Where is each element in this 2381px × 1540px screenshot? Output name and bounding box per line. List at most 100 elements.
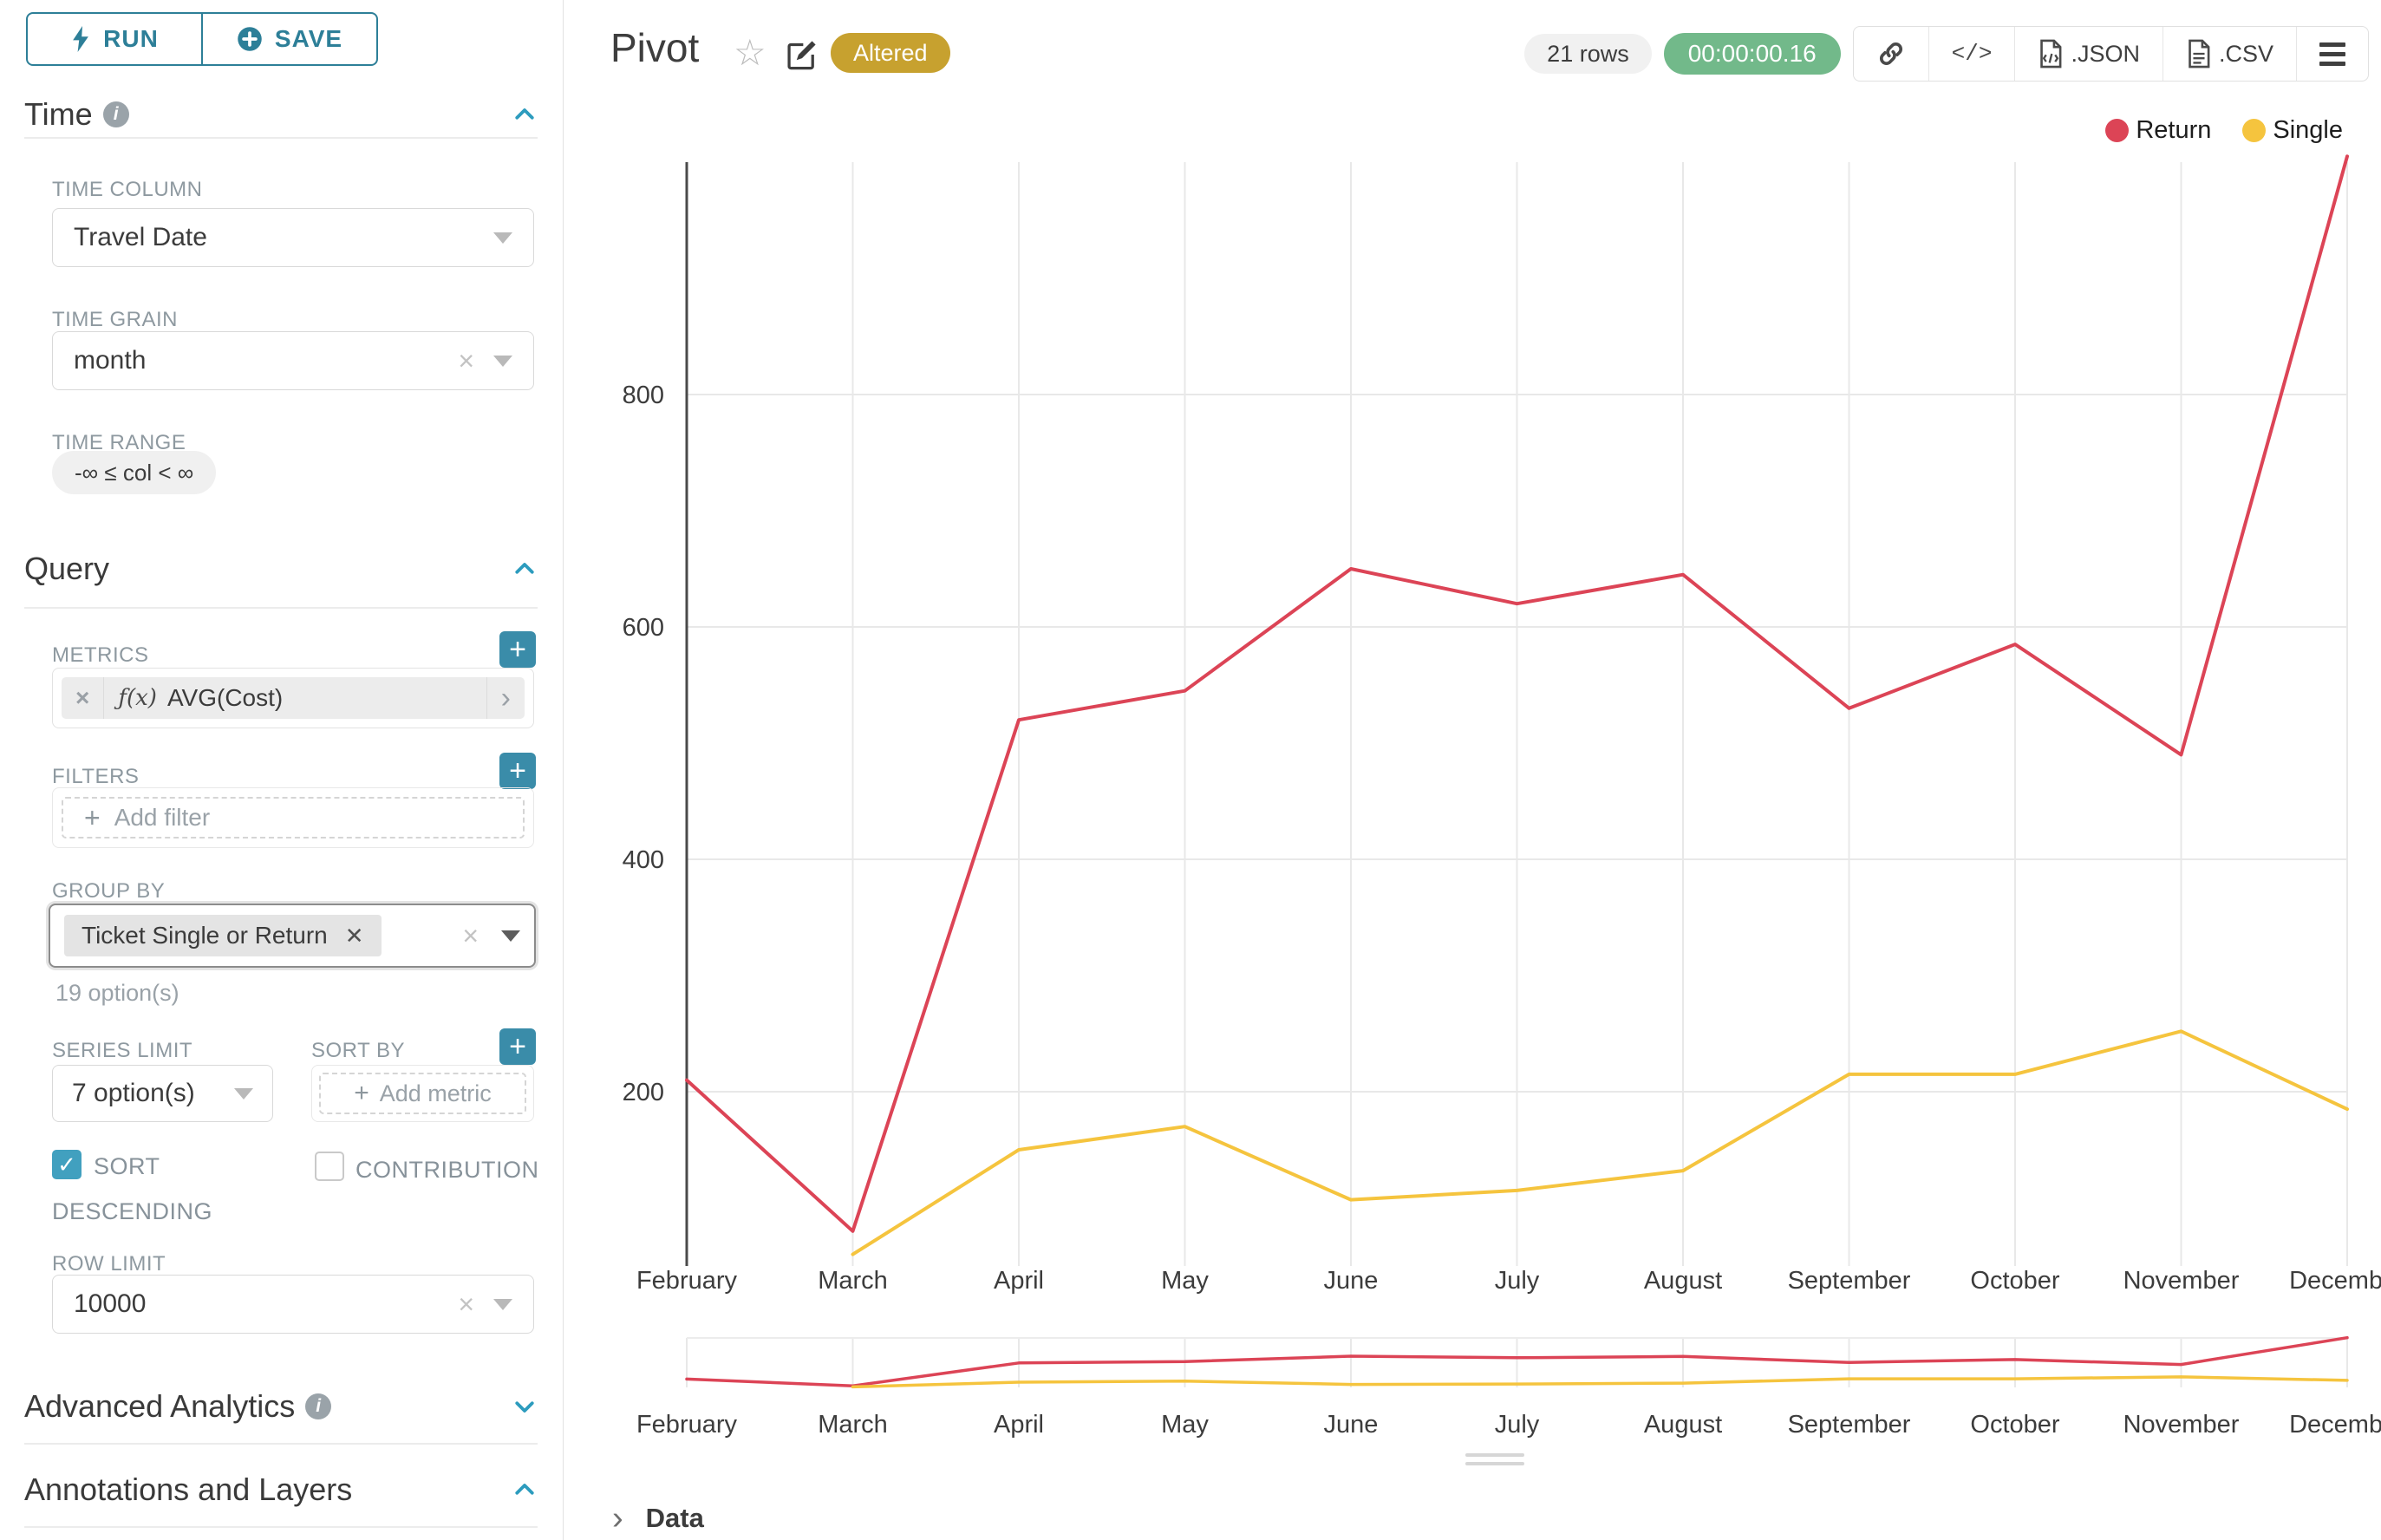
options-hint: 19 option(s) xyxy=(55,980,179,1007)
group-by-select[interactable]: Ticket Single or Return ✕ × xyxy=(49,904,536,968)
time-range-value: -∞ ≤ col < ∞ xyxy=(75,460,193,486)
chart-title: Pivot xyxy=(610,24,699,71)
copy-link-button[interactable] xyxy=(1854,27,1928,81)
query-section-title: Query xyxy=(24,551,109,587)
csv-label: .CSV xyxy=(2219,41,2273,68)
row-limit-select[interactable]: 10000 × xyxy=(52,1275,534,1334)
svg-text:June: June xyxy=(1324,1267,1379,1295)
add-sort-metric-plus-button[interactable]: + xyxy=(499,1028,536,1065)
metric-pill[interactable]: × ƒ(x) AVG(Cost) › xyxy=(62,677,525,719)
chevron-up-icon[interactable] xyxy=(512,1477,538,1503)
sort-by-label: SORT BY xyxy=(311,1039,405,1063)
chevron-down-icon xyxy=(493,1299,512,1310)
fx-icon: ƒ(x) xyxy=(118,685,157,711)
series-limit-select[interactable]: 7 option(s) xyxy=(52,1065,273,1122)
svg-text:July: July xyxy=(1495,1411,1540,1439)
time-grain-select[interactable]: month × xyxy=(52,331,534,390)
svg-text:February: February xyxy=(636,1411,738,1439)
sort-descending-label-1: SORT xyxy=(94,1153,160,1180)
svg-text:April: April xyxy=(994,1267,1044,1295)
time-column-label: TIME COLUMN xyxy=(52,178,203,202)
add-metric-label: Add metric xyxy=(380,1080,492,1107)
query-section-header: Query xyxy=(24,546,538,591)
run-label: RUN xyxy=(103,25,159,53)
file-json-icon xyxy=(2038,39,2064,69)
svg-text:October: October xyxy=(1970,1411,2059,1439)
add-filter-label: Add filter xyxy=(114,804,211,832)
json-label: .JSON xyxy=(2071,41,2140,68)
add-filter-button[interactable]: + Add filter xyxy=(62,797,525,839)
info-icon[interactable]: i xyxy=(305,1393,331,1419)
save-button[interactable]: SAVE xyxy=(201,14,376,64)
clear-icon[interactable]: × xyxy=(458,345,474,377)
plus-icon: + xyxy=(354,1079,369,1108)
svg-text:September: September xyxy=(1788,1411,1911,1439)
svg-text:December: December xyxy=(2289,1411,2381,1439)
annotations-header[interactable]: Annotations and Layers xyxy=(24,1467,538,1512)
plus-icon: + xyxy=(84,802,101,834)
svg-text:May: May xyxy=(1161,1411,1209,1439)
divider xyxy=(24,137,538,139)
svg-text:March: March xyxy=(818,1411,888,1439)
export-json-button[interactable]: .JSON xyxy=(2014,27,2162,81)
annotations-title: Annotations and Layers xyxy=(24,1471,352,1508)
divider xyxy=(24,1526,538,1528)
clear-icon[interactable]: × xyxy=(462,920,479,952)
svg-text:800: 800 xyxy=(623,382,664,409)
embed-code-button[interactable]: </> xyxy=(1928,27,2015,81)
data-panel-toggle[interactable]: › Data xyxy=(612,1502,704,1535)
favorite-star-icon[interactable]: ☆ xyxy=(734,31,766,74)
advanced-analytics-header[interactable]: Advanced Analytics i xyxy=(24,1384,538,1429)
query-timer-label: 00:00:00.16 xyxy=(1688,40,1817,68)
chevron-up-icon[interactable] xyxy=(512,101,538,127)
svg-text:February: February xyxy=(636,1267,738,1295)
svg-text:June: June xyxy=(1324,1411,1379,1439)
sort-descending-checkbox[interactable]: ✓ xyxy=(52,1150,82,1179)
svg-text:August: August xyxy=(1644,1267,1722,1295)
data-panel-label: Data xyxy=(646,1503,704,1534)
clear-icon[interactable]: × xyxy=(458,1289,474,1321)
svg-text:May: May xyxy=(1161,1267,1209,1295)
altered-badge[interactable]: Altered xyxy=(831,33,950,73)
run-save-button-group: RUN SAVE xyxy=(26,12,378,66)
contribution-checkbox[interactable] xyxy=(315,1152,344,1181)
add-metric-button[interactable]: + Add metric xyxy=(319,1073,526,1114)
row-count-badge: 21 rows xyxy=(1524,34,1652,74)
link-icon xyxy=(1876,39,1906,69)
svg-text:200: 200 xyxy=(623,1079,664,1106)
metrics-label: METRICS xyxy=(52,643,149,668)
advanced-analytics-title: Advanced Analytics xyxy=(24,1388,295,1425)
menu-button[interactable] xyxy=(2296,27,2368,81)
metric-value: AVG(Cost) xyxy=(167,684,283,712)
svg-text:April: April xyxy=(994,1411,1044,1439)
time-grain-label: TIME GRAIN xyxy=(52,308,178,332)
run-button[interactable]: RUN xyxy=(28,14,201,64)
svg-text:August: August xyxy=(1644,1411,1722,1439)
line-chart[interactable]: FebruaryMarchAprilMayJuneJulyAugustSepte… xyxy=(564,78,2381,1331)
edit-icon[interactable] xyxy=(786,38,819,75)
add-filter-plus-button[interactable]: + xyxy=(499,753,536,789)
chevron-up-icon[interactable] xyxy=(512,556,538,582)
chart-toolbar: 21 rows 00:00:00.16 </> .JSON .CSV xyxy=(1524,26,2369,82)
altered-badge-label: Altered xyxy=(853,40,928,67)
time-column-select[interactable]: Travel Date xyxy=(52,208,534,267)
file-csv-icon xyxy=(2186,39,2212,69)
export-csv-button[interactable]: .CSV xyxy=(2162,27,2296,81)
info-icon[interactable]: i xyxy=(103,101,129,127)
time-range-pill[interactable]: -∞ ≤ col < ∞ xyxy=(52,451,216,494)
minimap-chart[interactable]: February March April May June July August Septe… xyxy=(564,1331,2381,1452)
plus-circle-icon xyxy=(237,26,263,52)
sort-descending-label-2: DESCENDING xyxy=(52,1198,212,1225)
sort-by-container: + Add metric xyxy=(311,1065,534,1122)
group-by-label: GROUP BY xyxy=(52,879,165,904)
group-by-tag[interactable]: Ticket Single or Return ✕ xyxy=(64,915,382,956)
resize-drag-handle[interactable] xyxy=(1465,1453,1524,1465)
chevron-down-icon[interactable] xyxy=(512,1393,538,1419)
svg-text:November: November xyxy=(2123,1411,2240,1439)
lightning-icon xyxy=(70,26,91,52)
export-button-group: </> .JSON .CSV xyxy=(1853,26,2369,82)
remove-metric-icon[interactable]: × xyxy=(62,677,103,719)
expand-metric-icon[interactable]: › xyxy=(487,677,525,719)
add-metric-plus-button[interactable]: + xyxy=(499,631,536,668)
remove-tag-icon[interactable]: ✕ xyxy=(345,923,364,949)
